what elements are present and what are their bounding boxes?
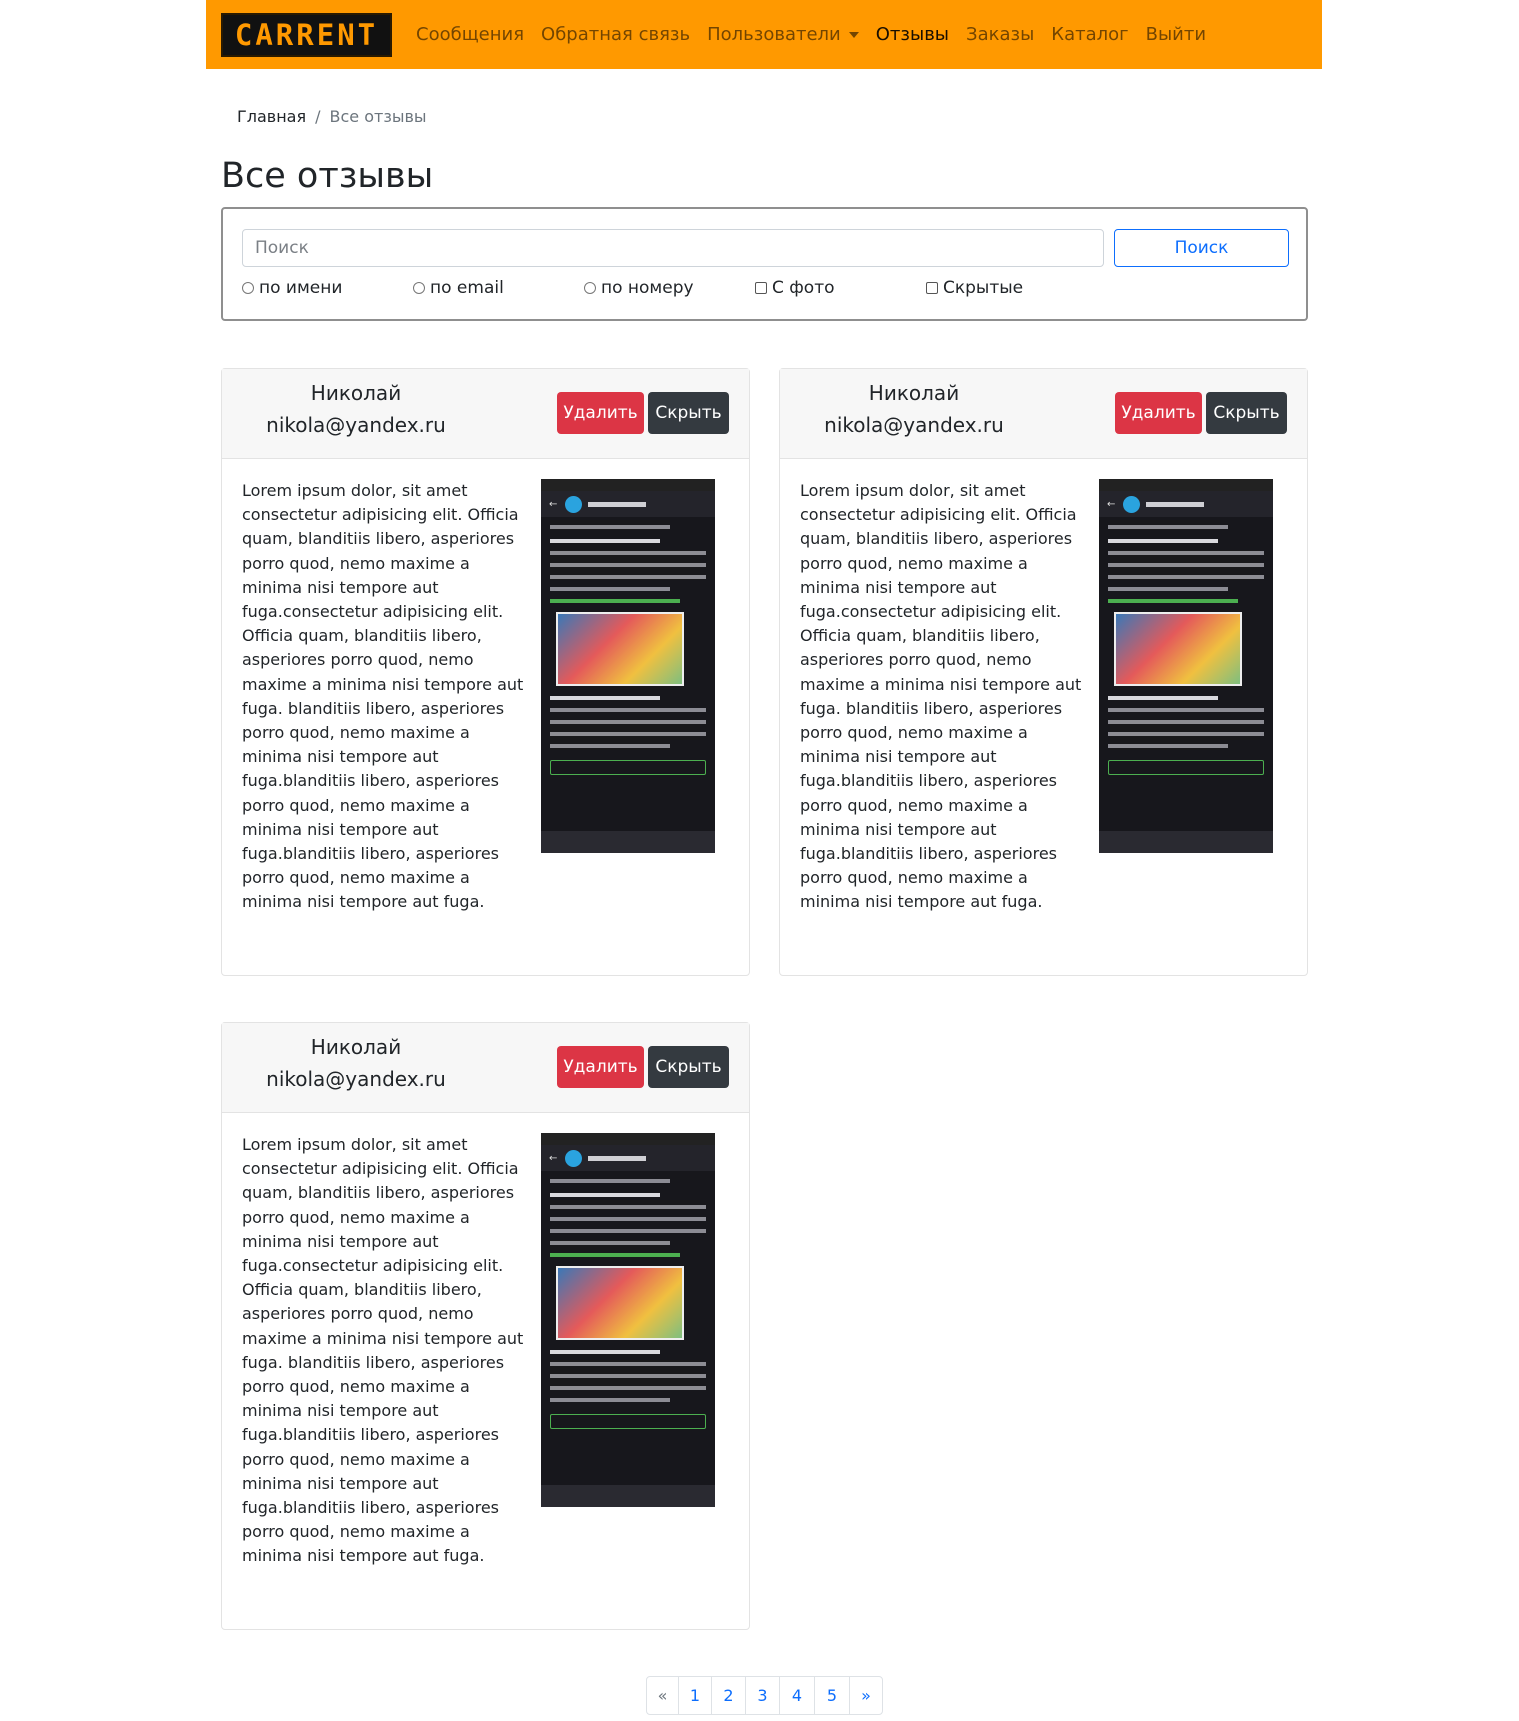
search-panel: Поиск по имени по email по номеру С фото…: [221, 207, 1308, 321]
page-5[interactable]: 5: [815, 1677, 850, 1714]
search-filters: по имени по email по номеру С фото Скрыт…: [242, 278, 1097, 298]
top-navbar: CARRENT Сообщения Обратная связь Пользов…: [206, 0, 1322, 69]
delete-button[interactable]: Удалить: [1115, 392, 1202, 434]
filter-label: по email: [430, 278, 504, 298]
review-card-header: Николай nikola@yandex.ru Удалить Скрыть: [222, 1023, 749, 1113]
search-input[interactable]: [242, 229, 1104, 267]
radio-icon[interactable]: [584, 282, 596, 294]
nav-link-reviews[interactable]: Отзывы: [876, 24, 949, 45]
filter-label: С фото: [772, 278, 835, 298]
review-text: Lorem ipsum dolor, sit amet consectetur …: [800, 481, 1082, 912]
pagination: « 1 2 3 4 5 »: [646, 1676, 883, 1715]
review-text: Lorem ipsum dolor, sit amet consectetur …: [242, 481, 524, 912]
reviewer-email: nikola@yandex.ru: [266, 413, 446, 437]
page-1[interactable]: 1: [679, 1677, 712, 1714]
hide-button[interactable]: Скрыть: [648, 1046, 729, 1088]
nav-link-catalog[interactable]: Каталог: [1051, 24, 1128, 45]
page-3[interactable]: 3: [746, 1677, 780, 1714]
page-2[interactable]: 2: [712, 1677, 746, 1714]
reviewer-name: Николай: [868, 381, 960, 405]
review-card: Николай nikola@yandex.ru Удалить Скрыть …: [221, 1022, 750, 1630]
review-photo[interactable]: ←: [541, 479, 715, 853]
telegram-avatar-icon: [565, 1149, 583, 1167]
radio-icon[interactable]: [242, 282, 254, 294]
page-prev[interactable]: «: [647, 1677, 679, 1714]
filter-by-name[interactable]: по имени: [242, 278, 413, 298]
nav-link-logout[interactable]: Выйти: [1146, 24, 1206, 45]
reviewer-name: Николай: [310, 381, 402, 405]
reviewer-name: Николай: [310, 1035, 402, 1059]
page-4[interactable]: 4: [780, 1677, 815, 1714]
nav-link-messages[interactable]: Сообщения: [416, 24, 524, 45]
reviewer-email: nikola@yandex.ru: [266, 1067, 446, 1091]
review-card-header: Николай nikola@yandex.ru Удалить Скрыть: [222, 369, 749, 459]
caret-down-icon: [848, 32, 859, 38]
review-card: Николай nikola@yandex.ru Удалить Скрыть …: [779, 368, 1308, 976]
radio-icon[interactable]: [413, 282, 425, 294]
filter-label: Скрытые: [943, 278, 1024, 298]
brand-text: CARRENT: [234, 17, 379, 52]
nav-link-users-label: Пользователи: [707, 24, 841, 45]
breadcrumb-current: Все отзывы: [329, 107, 427, 126]
delete-button[interactable]: Удалить: [557, 1046, 644, 1088]
filter-hidden[interactable]: Скрытые: [926, 278, 1097, 298]
review-card-body: Lorem ipsum dolor, sit amet consectetur …: [780, 459, 1307, 975]
delete-button[interactable]: Удалить: [557, 392, 644, 434]
page-next[interactable]: »: [850, 1677, 882, 1714]
nav-links: Сообщения Обратная связь Пользователи От…: [416, 24, 1223, 45]
telegram-avatar-icon: [565, 495, 583, 513]
review-card-body: Lorem ipsum dolor, sit amet consectetur …: [222, 459, 749, 975]
review-card-header: Николай nikola@yandex.ru Удалить Скрыть: [780, 369, 1307, 459]
breadcrumb-separator: /: [315, 107, 321, 126]
filter-label: по имени: [259, 278, 343, 298]
review-card: Николай nikola@yandex.ru Удалить Скрыть …: [221, 368, 750, 976]
search-button[interactable]: Поиск: [1114, 229, 1289, 267]
nav-dropdown-users[interactable]: Пользователи: [707, 24, 859, 45]
page-title: Все отзывы: [221, 156, 434, 196]
nav-link-orders[interactable]: Заказы: [966, 24, 1034, 45]
reviewer-email: nikola@yandex.ru: [824, 413, 1004, 437]
review-card-body: Lorem ipsum dolor, sit amet consectetur …: [222, 1113, 749, 1629]
hide-button[interactable]: Скрыть: [648, 392, 729, 434]
review-photo[interactable]: ←: [1099, 479, 1273, 853]
brand-logo[interactable]: CARRENT: [221, 12, 392, 57]
checkbox-icon[interactable]: [926, 282, 938, 294]
review-photo[interactable]: ←: [541, 1133, 715, 1507]
nav-link-feedback[interactable]: Обратная связь: [541, 24, 690, 45]
filter-label: по номеру: [601, 278, 694, 298]
breadcrumb: Главная / Все отзывы: [237, 107, 427, 126]
filter-with-photo[interactable]: С фото: [755, 278, 926, 298]
filter-by-email[interactable]: по email: [413, 278, 584, 298]
telegram-avatar-icon: [1123, 495, 1141, 513]
review-text: Lorem ipsum dolor, sit amet consectetur …: [242, 1135, 524, 1566]
filter-by-number[interactable]: по номеру: [584, 278, 755, 298]
checkbox-icon[interactable]: [755, 282, 767, 294]
breadcrumb-home[interactable]: Главная: [237, 107, 306, 126]
hide-button[interactable]: Скрыть: [1206, 392, 1287, 434]
